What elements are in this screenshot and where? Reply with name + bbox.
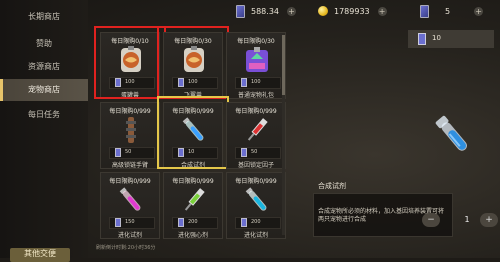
sidebar: 长期商店赞助 资源商店 宠物商店每日任务 <box>0 0 88 258</box>
shop-item-slot[interactable]: 每日限购0/999 50 高级锁链手臂 <box>100 102 160 169</box>
daily-limit-label: 每日限购0/999 <box>172 178 214 185</box>
daily-limit-label: 每日限购0/999 <box>235 178 277 185</box>
shop-item-slot[interactable]: 每日限购0/999 50 基因锁定因子 <box>226 102 286 169</box>
refresh-countdown: 刷新倒计时剩:20小时36分 <box>96 245 156 251</box>
item-name: 进化试剂 <box>117 232 142 239</box>
card-icon <box>115 148 121 157</box>
quantity-value[interactable]: 1 <box>460 213 474 227</box>
coin-icon <box>318 6 328 16</box>
card-icon <box>420 4 429 18</box>
add-tickets-button[interactable]: + <box>474 6 484 16</box>
item-price: 200 <box>251 219 261 225</box>
selection-highlight <box>157 96 229 169</box>
daily-limit-label: 每日限购0/999 <box>109 108 151 115</box>
sidebar-item[interactable]: 赞助 <box>0 33 88 55</box>
daily-limit-label: 每日限购0/30 <box>237 38 275 45</box>
decrease-quantity-button[interactable]: − <box>422 213 440 227</box>
increase-quantity-button[interactable]: + <box>480 213 498 227</box>
coin-amount: 1789933 <box>334 6 370 16</box>
item-price: 200 <box>188 219 198 225</box>
ticket-amount: 5 <box>445 6 451 16</box>
card-icon <box>241 78 247 87</box>
sidebar-item[interactable]: 长期商店 <box>0 6 88 28</box>
item-price: 100 <box>251 79 261 85</box>
item-name: 进化试剂 <box>243 232 268 239</box>
item-name: 普通宠物礼包 <box>237 92 274 99</box>
vial-large-icon <box>435 115 467 151</box>
selection-highlight <box>94 26 166 99</box>
shop-item-slot[interactable]: 每日限购0/30 100 普通宠物礼包 <box>226 32 286 99</box>
selected-item-tag: 10 <box>408 30 494 48</box>
item-name: 进化强心剂 <box>177 232 208 239</box>
sidebar-bottom-button[interactable]: 其他交便 <box>10 248 70 262</box>
sidebar-item[interactable]: 资源商店 <box>0 56 88 78</box>
shop-item-slot[interactable]: 每日限购0/999 200 进化强心剂 <box>163 172 223 239</box>
item-info-title: 合成试剂 <box>318 182 346 190</box>
item-price: 150 <box>125 219 135 225</box>
card-icon <box>115 218 121 227</box>
card-icon <box>241 218 247 227</box>
daily-limit-label: 每日限购0/999 <box>109 178 151 185</box>
daily-limit-label: 每日限购0/999 <box>235 108 277 115</box>
sidebar-item[interactable]: 每日任务 <box>0 104 88 126</box>
card-icon <box>236 4 245 18</box>
scrollbar-thumb[interactable] <box>282 35 285 95</box>
shop-item-slot[interactable]: 每日限购0/999 150 进化试剂 <box>100 172 160 239</box>
item-price: 50 <box>125 149 132 155</box>
ticket-currency: 5 + <box>420 4 484 18</box>
shop-item-slot[interactable]: 每日限购0/999 200 进化试剂 <box>226 172 286 239</box>
item-price: 50 <box>251 149 258 155</box>
item-icon <box>180 185 208 215</box>
item-icon <box>243 115 271 145</box>
item-icon <box>243 45 271 75</box>
card-icon <box>241 148 247 157</box>
item-name: 基因锁定因子 <box>237 162 274 169</box>
gem-amount: 588.34 <box>251 6 279 16</box>
gem-currency: 588.34 + <box>236 4 296 18</box>
item-icon <box>243 185 271 215</box>
item-name: 高级锁链手臂 <box>111 162 148 169</box>
card-icon <box>178 218 184 227</box>
selected-item-price: 10 <box>432 34 441 42</box>
coin-currency: 1789933 + <box>318 5 387 17</box>
item-icon <box>117 115 145 145</box>
add-gems-button[interactable]: + <box>287 6 296 16</box>
item-icon <box>117 185 145 215</box>
card-icon <box>418 33 426 45</box>
sidebar-item[interactable]: 宠物商店 <box>0 79 88 101</box>
add-coins-button[interactable]: + <box>377 6 387 16</box>
selection-highlight <box>157 26 229 99</box>
